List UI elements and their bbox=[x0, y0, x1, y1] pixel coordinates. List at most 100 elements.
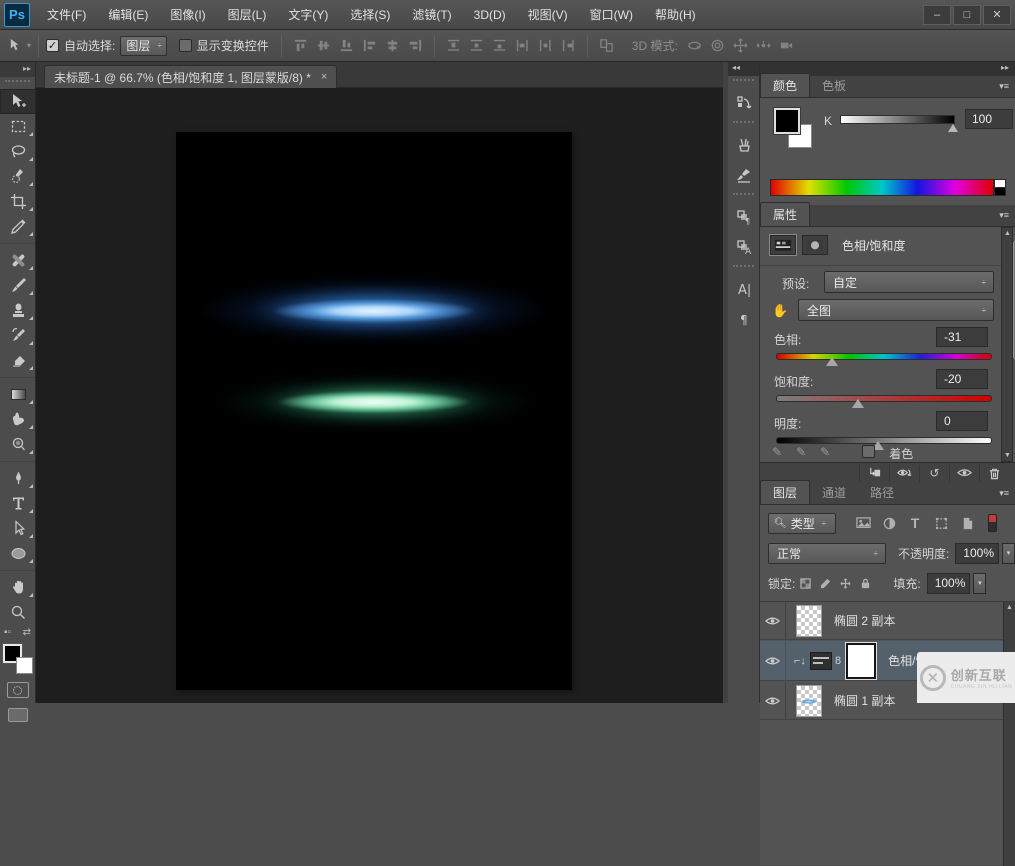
dodge-tool[interactable] bbox=[0, 432, 36, 457]
pen-tool[interactable] bbox=[0, 466, 36, 491]
paragraph-panel-icon[interactable]: ¶ bbox=[728, 304, 759, 334]
background-color-swatch[interactable] bbox=[16, 657, 33, 674]
menu-3d[interactable]: 3D(D) bbox=[463, 0, 517, 30]
mask-icon[interactable] bbox=[802, 235, 828, 255]
lock-position-icon[interactable] bbox=[835, 578, 855, 589]
layer-thumbnail[interactable] bbox=[796, 605, 822, 637]
saturation-slider[interactable] bbox=[776, 395, 992, 402]
tab-channels[interactable]: 通道 bbox=[810, 481, 858, 504]
view-previous-state-icon[interactable] bbox=[889, 465, 919, 482]
opacity-dropdown-arrow[interactable]: ▾ bbox=[1002, 543, 1015, 564]
tab-color[interactable]: 颜色 bbox=[760, 73, 810, 97]
targeted-adjust-icon[interactable]: ✋ bbox=[772, 303, 788, 319]
eyedropper-tool[interactable] bbox=[0, 214, 36, 239]
k-slider[interactable] bbox=[840, 115, 955, 124]
blend-mode-dropdown[interactable]: 正常÷ bbox=[768, 543, 886, 564]
layer-row-ellipse2[interactable]: 椭圆 2 副本 bbox=[760, 602, 1003, 640]
character-styles-panel-icon[interactable]: A bbox=[728, 232, 759, 262]
panel-menu-icon[interactable]: ▾≡ bbox=[999, 210, 1009, 221]
toggle-visibility-icon[interactable] bbox=[949, 465, 979, 482]
tool-presets-panel-icon[interactable] bbox=[728, 130, 759, 160]
toolbar-collapse-button[interactable]: ▸▸ bbox=[0, 62, 35, 77]
lasso-tool[interactable] bbox=[0, 139, 36, 164]
menu-layer[interactable]: 图层(L) bbox=[217, 0, 278, 30]
eyedropper-base-icon[interactable]: ✎ bbox=[772, 445, 782, 462]
saturation-value-input[interactable]: -20 bbox=[936, 369, 988, 389]
tab-swatches[interactable]: 色板 bbox=[810, 74, 858, 97]
fill-dropdown-arrow[interactable]: ▾ bbox=[973, 573, 986, 594]
layer-thumbnail[interactable] bbox=[796, 685, 822, 717]
eyedropper-minus-icon[interactable]: ✎ bbox=[820, 445, 830, 462]
visibility-eye-icon[interactable] bbox=[760, 641, 786, 681]
reset-adjustment-icon[interactable]: ↺ bbox=[919, 465, 949, 482]
align-vertical-centers-icon[interactable] bbox=[314, 36, 333, 55]
layer-name[interactable]: 椭圆 1 副本 bbox=[834, 692, 895, 709]
clone-stamp-tool[interactable] bbox=[0, 298, 36, 323]
lock-paint-icon[interactable] bbox=[815, 578, 835, 589]
tab-close-icon[interactable]: × bbox=[321, 71, 327, 83]
preset-dropdown[interactable]: 自定÷ bbox=[824, 271, 994, 293]
filter-type-layers-icon[interactable]: T bbox=[902, 515, 928, 531]
menu-image[interactable]: 图像(I) bbox=[159, 0, 216, 30]
filter-pixel-layers-icon[interactable] bbox=[850, 517, 876, 528]
screen-mode-button[interactable] bbox=[8, 708, 28, 722]
close-button[interactable]: ✕ bbox=[983, 5, 1011, 25]
filter-toggle-switch[interactable] bbox=[988, 514, 997, 532]
menu-help[interactable]: 帮助(H) bbox=[644, 0, 707, 30]
hand-tool[interactable] bbox=[0, 575, 36, 600]
mask-link-icon[interactable]: 8 bbox=[835, 655, 841, 667]
tab-properties[interactable]: 属性 bbox=[760, 202, 810, 226]
swap-colors-icon[interactable]: ⇄ bbox=[23, 627, 31, 638]
layer-mask-thumbnail[interactable] bbox=[846, 643, 876, 679]
strip-collapse-button[interactable]: ◂◂ bbox=[728, 62, 759, 76]
menu-type[interactable]: 文字(Y) bbox=[277, 0, 339, 30]
lightness-value-input[interactable]: 0 bbox=[936, 411, 988, 431]
align-left-edges-icon[interactable] bbox=[360, 36, 379, 55]
distribute-horizontal-centers-icon[interactable] bbox=[536, 36, 555, 55]
3d-roll-icon[interactable] bbox=[708, 36, 727, 55]
filter-shape-layers-icon[interactable] bbox=[928, 517, 954, 530]
distribute-top-edges-icon[interactable] bbox=[444, 36, 463, 55]
minimize-button[interactable]: – bbox=[923, 5, 951, 25]
brush-tool[interactable] bbox=[0, 273, 36, 298]
align-right-edges-icon[interactable] bbox=[406, 36, 425, 55]
auto-select-checkbox[interactable]: ✓ bbox=[46, 39, 59, 52]
distribute-vertical-centers-icon[interactable] bbox=[467, 36, 486, 55]
lock-all-icon[interactable] bbox=[855, 578, 875, 589]
layers-scrollbar[interactable]: ▲ bbox=[1003, 602, 1015, 866]
scroll-down-icon[interactable]: ▼ bbox=[1003, 452, 1012, 459]
align-top-edges-icon[interactable] bbox=[291, 36, 310, 55]
move-tool[interactable] bbox=[0, 89, 36, 114]
show-transform-checkbox[interactable] bbox=[179, 39, 192, 52]
zoom-tool[interactable] bbox=[0, 600, 36, 625]
distribute-right-edges-icon[interactable] bbox=[559, 36, 578, 55]
tab-layers[interactable]: 图层 bbox=[760, 480, 810, 504]
canvas[interactable] bbox=[177, 133, 571, 689]
spectrum-black-swatch[interactable] bbox=[994, 187, 1006, 196]
k-slider-thumb[interactable] bbox=[948, 124, 958, 132]
menu-select[interactable]: 选择(S) bbox=[339, 0, 401, 30]
lock-transparent-icon[interactable] bbox=[795, 578, 815, 589]
hue-value-input[interactable]: -31 bbox=[936, 327, 988, 347]
fill-input[interactable]: 100% bbox=[927, 573, 971, 594]
quick-selection-tool[interactable] bbox=[0, 164, 36, 189]
panel-menu-icon[interactable]: ▾≡ bbox=[999, 81, 1009, 92]
hue-slider[interactable] bbox=[776, 353, 992, 360]
align-horizontal-centers-icon[interactable] bbox=[383, 36, 402, 55]
k-value-input[interactable]: 100 bbox=[965, 109, 1013, 129]
3d-camera-icon[interactable] bbox=[777, 36, 796, 55]
distribute-left-edges-icon[interactable] bbox=[513, 36, 532, 55]
channel-dropdown[interactable]: 全图÷ bbox=[798, 299, 994, 321]
eraser-tool[interactable] bbox=[0, 348, 36, 373]
color-spectrum-ramp[interactable] bbox=[770, 179, 994, 196]
visibility-eye-icon[interactable] bbox=[760, 682, 786, 720]
layer-name[interactable]: 椭圆 2 副本 bbox=[834, 612, 895, 629]
character-panel-icon[interactable]: A| bbox=[728, 274, 759, 304]
quick-mask-button[interactable] bbox=[7, 682, 29, 698]
path-selection-tool[interactable] bbox=[0, 516, 36, 541]
ellipse-shape-tool[interactable] bbox=[0, 541, 36, 566]
tab-paths[interactable]: 路径 bbox=[858, 481, 906, 504]
adjustment-layer-thumbnail[interactable] bbox=[810, 652, 832, 670]
lightness-slider[interactable] bbox=[776, 437, 992, 444]
filter-adjustment-layers-icon[interactable] bbox=[876, 517, 902, 530]
